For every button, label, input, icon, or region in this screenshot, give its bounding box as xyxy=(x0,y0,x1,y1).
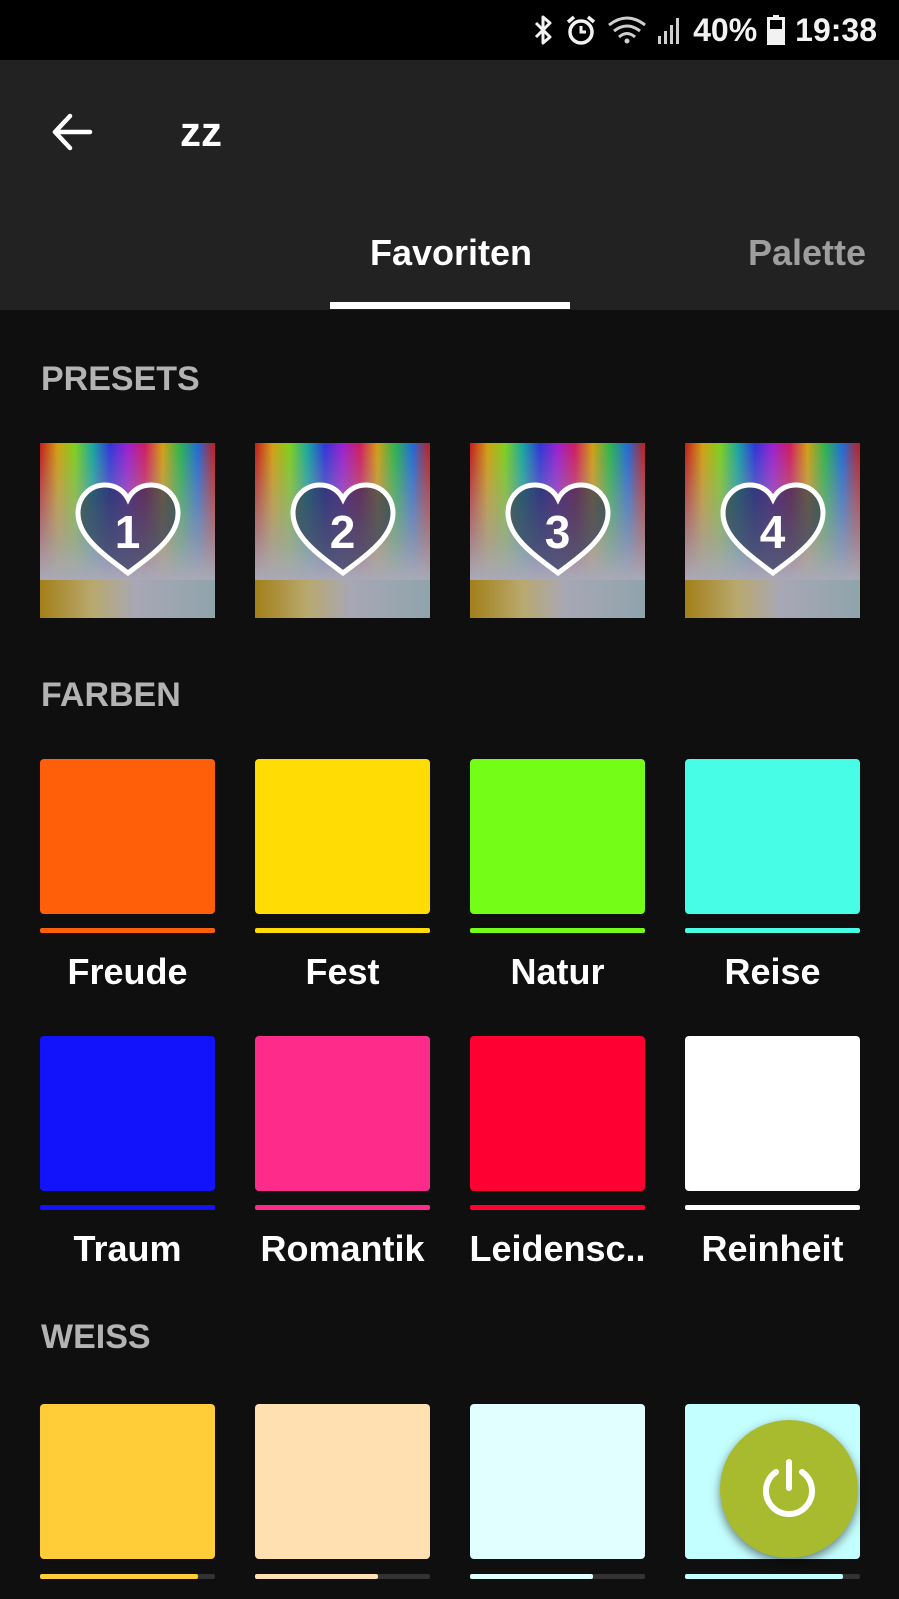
white-level-track-2 xyxy=(255,1574,430,1579)
color-bar-natur xyxy=(470,928,645,933)
section-title-weiss: WEISS xyxy=(41,1318,151,1356)
color-swatch-fest[interactable] xyxy=(255,759,430,914)
color-bar-leidenschaft xyxy=(470,1205,645,1210)
preset-number: 3 xyxy=(544,506,571,558)
color-swatch-leidenschaft[interactable] xyxy=(470,1036,645,1191)
active-tab-indicator xyxy=(330,302,570,309)
power-icon xyxy=(763,1459,815,1517)
tab-favoriten[interactable]: Favoriten xyxy=(370,232,532,274)
color-bar-reinheit xyxy=(685,1205,860,1210)
color-swatch-romantik[interactable] xyxy=(255,1036,430,1191)
app-bar: zz Favoriten Palette xyxy=(0,60,899,310)
tab-palette[interactable]: Palette xyxy=(748,232,866,274)
color-label-traum: Traum xyxy=(73,1228,182,1269)
color-label-romantik: Romantik xyxy=(260,1228,425,1269)
power-button[interactable] xyxy=(720,1420,858,1558)
color-label-freude: Freude xyxy=(67,951,188,992)
white-swatch-2[interactable] xyxy=(255,1404,430,1559)
page-title: zz xyxy=(180,108,222,155)
battery-percent: 40% xyxy=(693,11,758,48)
color-bar-traum xyxy=(40,1205,215,1210)
preset-2[interactable]: 2 xyxy=(255,443,430,618)
color-label-fest: Fest xyxy=(305,951,380,992)
preset-strip xyxy=(685,580,860,618)
signal-icon xyxy=(657,16,683,44)
color-swatch-freude[interactable] xyxy=(40,759,215,914)
color-swatch-reinheit[interactable] xyxy=(685,1036,860,1191)
color-label-leidenschaft: Leidensc.. xyxy=(469,1228,646,1269)
wifi-icon xyxy=(607,15,647,45)
arrow-left-icon xyxy=(52,113,93,151)
white-level-fill-1 xyxy=(40,1574,198,1579)
color-swatch-traum[interactable] xyxy=(40,1036,215,1191)
white-swatch-3[interactable] xyxy=(470,1404,645,1559)
color-bar-romantik xyxy=(255,1205,430,1210)
color-bar-reise xyxy=(685,928,860,933)
preset-3[interactable]: 3 xyxy=(470,443,645,618)
back-button[interactable] xyxy=(42,102,102,162)
preset-strip xyxy=(255,580,430,618)
preset-number: 2 xyxy=(329,506,356,558)
color-bar-fest xyxy=(255,928,430,933)
color-bar-freude xyxy=(40,928,215,933)
bluetooth-icon xyxy=(533,15,555,45)
white-level-track-1 xyxy=(40,1574,215,1579)
status-time: 19:38 xyxy=(795,11,877,48)
color-label-natur: Natur xyxy=(510,951,605,992)
status-icons: 40% 19:38 xyxy=(533,0,877,60)
battery-icon xyxy=(767,15,786,45)
preset-number: 1 xyxy=(114,506,141,558)
preset-strip xyxy=(470,580,645,618)
color-label-reise: Reise xyxy=(724,951,821,992)
white-level-fill-2 xyxy=(255,1574,378,1579)
white-swatch-1[interactable] xyxy=(40,1404,215,1559)
preset-1[interactable]: 1 xyxy=(40,443,215,618)
white-level-fill-4 xyxy=(685,1574,843,1579)
status-bar: 40% 19:38 xyxy=(0,0,899,60)
white-level-fill-3 xyxy=(470,1574,593,1579)
color-swatch-reise[interactable] xyxy=(685,759,860,914)
white-level-track-4 xyxy=(685,1574,860,1579)
preset-4[interactable]: 4 xyxy=(685,443,860,618)
section-title-presets: PRESETS xyxy=(41,360,200,398)
preset-strip xyxy=(40,580,215,618)
color-label-reinheit: Reinheit xyxy=(701,1228,844,1269)
section-title-farben: FARBEN xyxy=(41,676,181,714)
alarm-icon xyxy=(565,14,597,46)
preset-number: 4 xyxy=(759,506,786,558)
white-level-track-3 xyxy=(470,1574,645,1579)
color-swatch-natur[interactable] xyxy=(470,759,645,914)
